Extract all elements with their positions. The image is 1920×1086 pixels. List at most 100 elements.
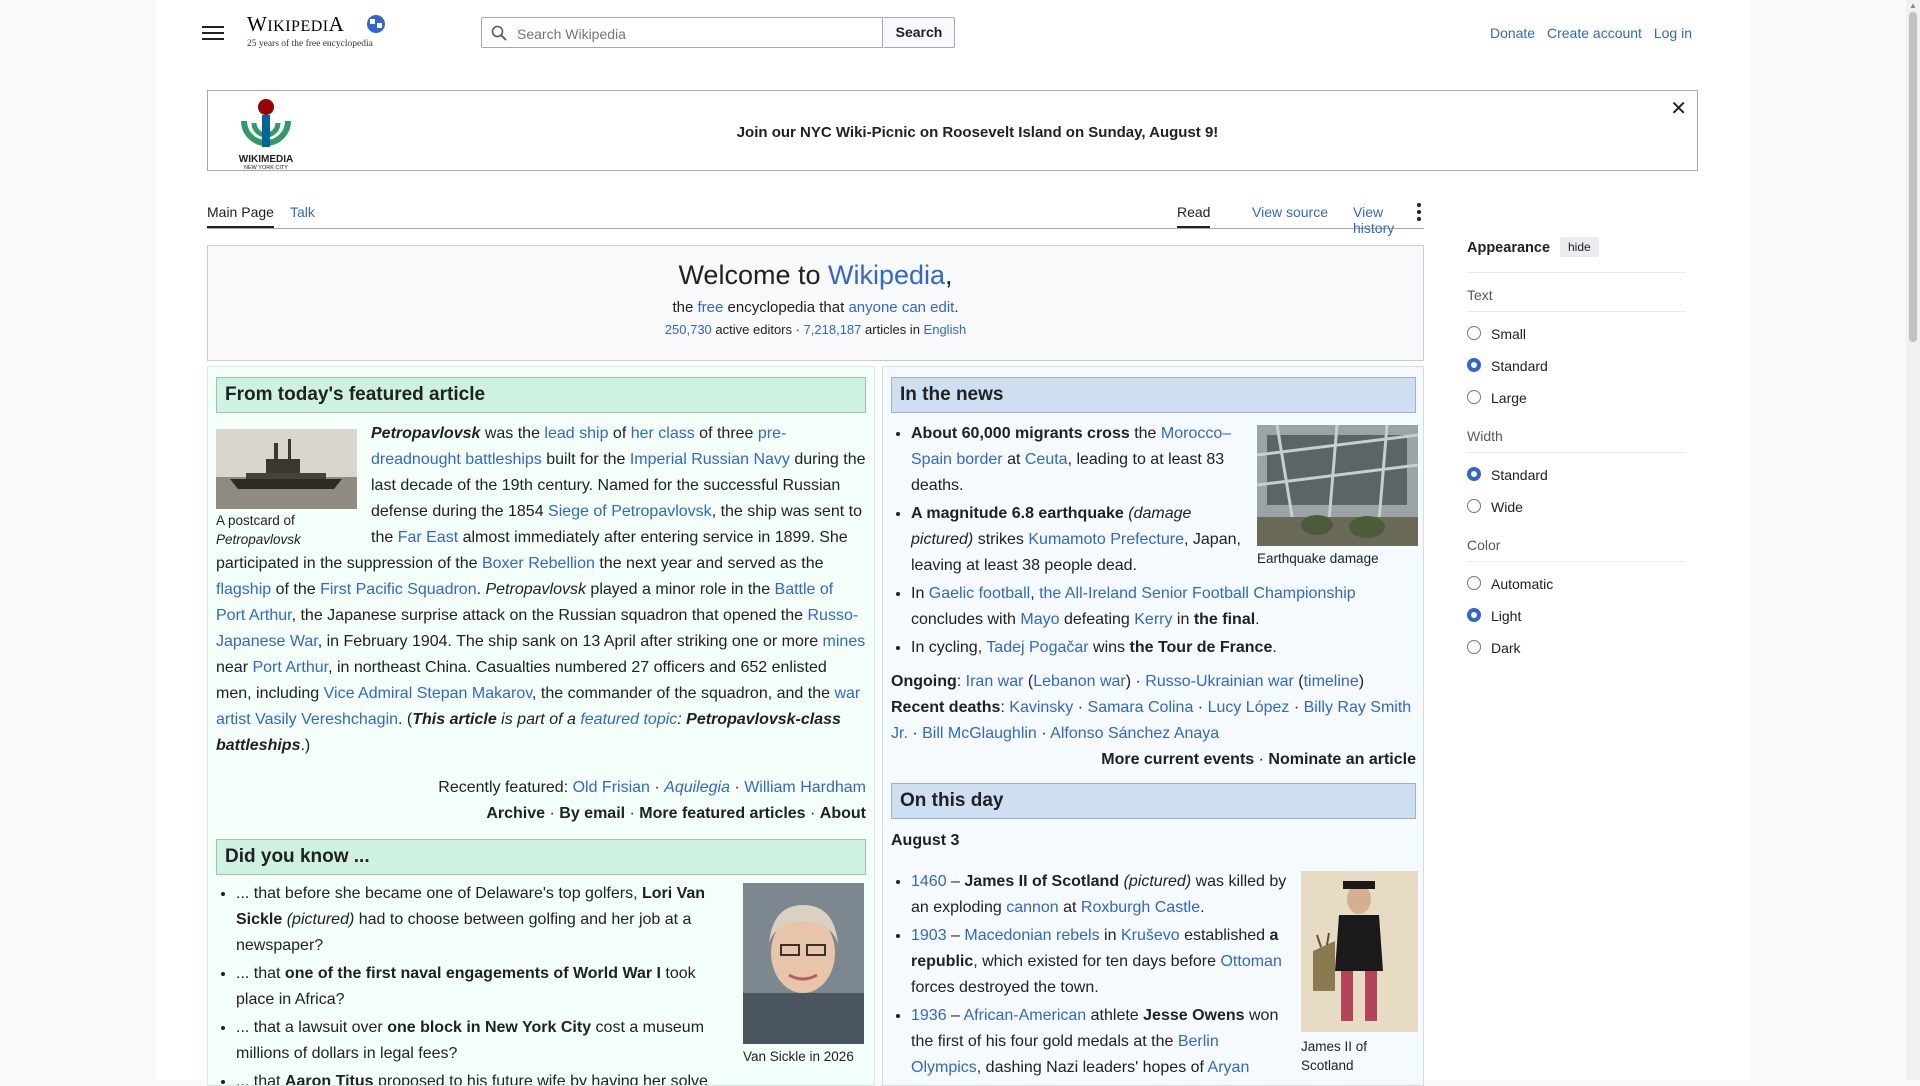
did-you-know-heading: Did you know ... bbox=[216, 839, 866, 875]
width-options: Standard Wide bbox=[1467, 459, 1686, 523]
search-button[interactable]: Search bbox=[884, 17, 955, 48]
otd-item: 1903 – Macedonian rebels in Kruševo esta… bbox=[911, 923, 1291, 1001]
tab-view-source[interactable]: View source bbox=[1252, 204, 1328, 226]
anyone-can-edit-link[interactable]: anyone can edit bbox=[848, 299, 954, 316]
news-item: In cycling, Tadej Pogačar wins the Tour … bbox=[911, 635, 1416, 661]
recent-aquilegia-link[interactable]: Aquilegia bbox=[664, 779, 730, 796]
dyk-image-caption: Van Sickle in 2026 bbox=[743, 1049, 854, 1064]
color-option-light[interactable]: Light bbox=[1467, 600, 1686, 632]
more-actions-icon[interactable] bbox=[1413, 200, 1425, 224]
tab-main-page[interactable]: Main Page bbox=[207, 204, 274, 228]
vertical-scrollbar[interactable]: ▲ bbox=[1906, 0, 1920, 1080]
dyk-item: ... that Aaron Titus proposed to his fut… bbox=[236, 1069, 736, 1085]
text-size-heading: Text bbox=[1467, 287, 1686, 312]
wikimedia-logo-subtext: NEW YORK CITY bbox=[244, 165, 288, 171]
radio-icon[interactable] bbox=[1467, 640, 1481, 654]
english-link[interactable]: English bbox=[924, 322, 967, 337]
radio-selected-icon[interactable] bbox=[1467, 358, 1481, 372]
in-the-news-heading: In the news bbox=[891, 377, 1416, 413]
banner-close-button[interactable]: ✕ bbox=[1670, 96, 1687, 121]
news-item: In Gaelic football, the All-Ireland Seni… bbox=[911, 581, 1416, 633]
text-size-options: Small Standard Large bbox=[1467, 318, 1686, 414]
tab-talk[interactable]: Talk bbox=[290, 204, 315, 226]
recent-william-hardham-link[interactable]: William Hardham bbox=[744, 779, 866, 796]
wikimedia-logo-text: WIKIMEDIA bbox=[238, 154, 294, 165]
james-ii-portrait[interactable] bbox=[1301, 871, 1418, 1032]
color-options: Automatic Light Dark bbox=[1467, 568, 1686, 664]
august-3-link[interactable]: August 3 bbox=[891, 832, 959, 849]
dyk-list: ... that before she became one of Delawa… bbox=[216, 881, 736, 1085]
search-input[interactable] bbox=[515, 18, 879, 49]
main-menu-button[interactable] bbox=[202, 22, 224, 44]
left-column: From today's featured article A postcard… bbox=[207, 366, 875, 1086]
width-option-wide[interactable]: Wide bbox=[1467, 491, 1686, 523]
otd-item: 1936 – African-American athlete Jesse Ow… bbox=[911, 1003, 1291, 1081]
nominate-article-link[interactable]: Nominate an article bbox=[1268, 751, 1416, 768]
width-option-standard[interactable]: Standard bbox=[1467, 459, 1686, 491]
text-option-large[interactable]: Large bbox=[1467, 382, 1686, 414]
radio-icon[interactable] bbox=[1467, 326, 1481, 340]
otd-date: August 3 bbox=[891, 828, 1416, 854]
active-editors-count[interactable]: 250,730 bbox=[665, 322, 712, 337]
right-column: In the news Earthquake damage About 60,0… bbox=[882, 366, 1424, 1086]
search-box[interactable] bbox=[481, 17, 883, 49]
logo-tagline: 25 years of the free encyclopedia bbox=[247, 39, 373, 49]
radio-icon[interactable] bbox=[1467, 499, 1481, 513]
more-current-events-link[interactable]: More current events bbox=[1101, 751, 1254, 768]
radio-icon[interactable] bbox=[1467, 390, 1481, 404]
search-icon bbox=[491, 25, 507, 41]
dyk-item: ... that one of the first naval engageme… bbox=[236, 961, 736, 1013]
radio-selected-icon[interactable] bbox=[1467, 467, 1481, 481]
featured-article-text: Petropavlovsk was the lead ship of her c… bbox=[216, 425, 866, 754]
color-option-dark[interactable]: Dark bbox=[1467, 632, 1686, 664]
dyk-item: ... that before she became one of Delawa… bbox=[236, 881, 736, 959]
otd-list: 1460 – James II of Scotland (pictured) w… bbox=[891, 869, 1291, 1083]
otd-image-caption: James II of Scotland bbox=[1301, 1039, 1368, 1073]
free-link[interactable]: free bbox=[697, 299, 723, 316]
naval-engagements-link[interactable]: one of the first naval engagements of Wo… bbox=[285, 965, 661, 982]
appearance-hide-button[interactable]: hide bbox=[1560, 237, 1599, 257]
articles-count[interactable]: 7,218,187 bbox=[804, 322, 862, 337]
text-option-small[interactable]: Small bbox=[1467, 318, 1686, 350]
recently-featured: Recently featured: Old Frisian · Aquileg… bbox=[438, 779, 866, 822]
one-block-link[interactable]: one block in New York City bbox=[387, 1019, 591, 1036]
scroll-up-arrow-icon[interactable]: ▲ bbox=[1909, 1, 1917, 10]
about-link[interactable]: About bbox=[820, 805, 866, 822]
radio-selected-icon[interactable] bbox=[1467, 608, 1481, 622]
scrollbar-thumb[interactable] bbox=[1909, 12, 1917, 342]
donate-link[interactable]: Donate bbox=[1490, 25, 1535, 41]
archive-link[interactable]: Archive bbox=[486, 805, 545, 822]
tab-read[interactable]: Read bbox=[1177, 204, 1211, 228]
color-heading: Color bbox=[1467, 537, 1686, 562]
welcome-subtitle: the free encyclopedia that anyone can ed… bbox=[672, 299, 959, 316]
page: WIKIPEDIA 25 years of the free encyclope… bbox=[155, 0, 1750, 1086]
featured-article-heading: From today's featured article bbox=[216, 377, 866, 413]
radio-icon[interactable] bbox=[1467, 576, 1481, 590]
create-account-link[interactable]: Create account bbox=[1547, 25, 1642, 41]
ongoing-line: Ongoing: Iran war (Lebanon war) · Russo-… bbox=[891, 673, 1365, 690]
welcome-stats: 250,730 active editors · 7,218,187 artic… bbox=[664, 322, 967, 337]
width-heading: Width bbox=[1467, 428, 1686, 453]
dyk-item: ... that a lawsuit over one block in New… bbox=[236, 1015, 736, 1067]
user-links: Donate Create account Log in bbox=[1482, 25, 1692, 41]
by-email-link[interactable]: By email bbox=[559, 805, 625, 822]
more-featured-articles-link[interactable]: More featured articles bbox=[639, 805, 805, 822]
news-footer-links: More current events · Nominate an articl… bbox=[1101, 751, 1416, 768]
recent-old-frisian-link[interactable]: Old Frisian bbox=[573, 779, 650, 796]
color-option-automatic[interactable]: Automatic bbox=[1467, 568, 1686, 600]
log-in-link[interactable]: Log in bbox=[1654, 25, 1692, 41]
welcome-title: Welcome to Wikipedia, bbox=[678, 260, 953, 290]
news-list: About 60,000 migrants cross the Morocco–… bbox=[891, 421, 1416, 773]
page-tabs: Main Page Talk Read View source View his… bbox=[207, 200, 1425, 236]
wikipedia-link[interactable]: Wikipedia bbox=[828, 260, 945, 290]
appearance-panel: Appearance hide Text Small Standard Larg… bbox=[1467, 237, 1686, 664]
on-this-day-heading: On this day bbox=[891, 783, 1416, 819]
welcome-box: Welcome to Wikipedia, the free encyclope… bbox=[207, 245, 1424, 361]
site-notice-banner: WIKIMEDIA NEW YORK CITY Join our NYC Wik… bbox=[207, 90, 1698, 171]
van-sickle-photo[interactable] bbox=[743, 883, 864, 1044]
wikipedia-logo[interactable]: WIKIPEDIA 25 years of the free encyclope… bbox=[247, 12, 397, 54]
recent-deaths-line: Recent deaths: Kavinsky · Samara Colina … bbox=[891, 699, 1412, 742]
text-option-standard[interactable]: Standard bbox=[1467, 350, 1686, 382]
otd-item: 1460 – James II of Scotland (pictured) w… bbox=[911, 869, 1291, 921]
banner-message: Join our NYC Wiki-Picnic on Roosevelt Is… bbox=[736, 124, 1219, 141]
